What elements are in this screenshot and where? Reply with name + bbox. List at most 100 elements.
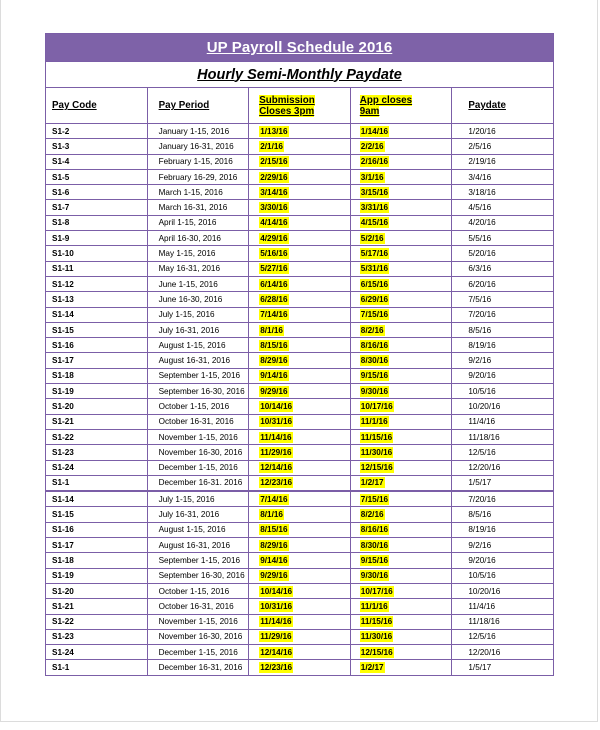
cell-app-closes-date: 2/2/16 [349, 138, 453, 155]
cell-pay-code: S1-13 [45, 291, 148, 308]
cell-pay-code: S1-19 [45, 383, 148, 400]
table-row: S1-23 November 16-30, 2016 11/29/16 11/30/1… [45, 628, 554, 646]
highlight-mark: 10/31/16 [259, 600, 294, 612]
cell-submission-date: 10/31/16 [248, 413, 351, 430]
cell-paydate: 9/2/16 [451, 537, 554, 554]
cell-pay-period: December 16-31. 2016 [146, 474, 250, 493]
cell-paydate: 8/5/16 [451, 506, 554, 523]
table-row: S1-20 October 1-15, 2016 10/14/16 10/17/16 1… [45, 398, 554, 415]
table-row: S1-13 June 16-30, 2016 6/28/16 6/29/16 7/5/1… [45, 291, 554, 308]
cell-submission-date: 8/29/16 [248, 352, 351, 369]
cell-pay-period: May 1-15, 2016 [146, 245, 250, 262]
cell-app-closes-date: 3/1/16 [349, 168, 453, 186]
cell-pay-period: April 1-15, 2016 [146, 214, 250, 232]
payroll-schedule-document: UP Payroll Schedule 2016 Hourly Semi-Mon… [45, 33, 554, 676]
cell-submission-date: 12/23/16 [248, 474, 351, 493]
header-label-submission-line2: Closes 3pm [259, 105, 315, 117]
cell-paydate: 12/5/16 [451, 444, 554, 461]
title-band-row: UP Payroll Schedule 2016 [45, 33, 554, 62]
cell-paydate: 1/5/17 [451, 659, 554, 676]
cell-paydate: 11/18/16 [451, 428, 554, 446]
cell-pay-code: S1-3 [45, 138, 148, 155]
cell-pay-code: S1-15 [45, 506, 148, 523]
table-row: S1-21 October 16-31, 2016 10/31/16 11/1/16 1… [45, 413, 554, 430]
cell-paydate: 7/20/16 [451, 490, 554, 508]
cell-app-closes-date: 8/30/16 [349, 352, 453, 369]
highlight-mark: 7/14/16 [259, 493, 289, 505]
cell-pay-code: S1-14 [45, 306, 148, 323]
highlight-mark: 8/2/16 [359, 509, 385, 521]
cell-pay-period: June 1-15, 2016 [146, 275, 250, 293]
cell-app-closes-date: 7/15/16 [349, 306, 453, 323]
cell-paydate: 7/20/16 [451, 306, 554, 323]
highlight-mark: 5/2/16 [359, 232, 385, 244]
cell-pay-period: August 16-31, 2016 [146, 352, 250, 369]
cell-pay-code: S1-14 [45, 490, 148, 508]
table-row: S1-24 December 1-15, 2016 12/14/16 12/15/16… [45, 459, 554, 476]
highlight-mark: 9/14/16 [259, 370, 289, 382]
cell-pay-period: July 1-15, 2016 [146, 490, 250, 508]
table-row: S1-1 December 16-31, 2016 12/23/16 1/2/17 1/… [45, 659, 554, 676]
cell-submission-date: 8/29/16 [248, 537, 351, 554]
cell-submission-date: 4/29/16 [248, 230, 351, 247]
cell-pay-period: July 1-15, 2016 [146, 306, 250, 323]
highlight-mark: 12/15/16 [359, 462, 394, 474]
cell-pay-period: September 1-15, 2016 [146, 552, 250, 569]
cell-paydate: 9/2/16 [451, 352, 554, 369]
cell-pay-code: S1-24 [45, 459, 148, 476]
highlight-mark: 6/29/16 [359, 293, 390, 305]
table-row: S1-10 May 1-15, 2016 5/16/16 5/17/16 5/20/16 [45, 245, 554, 262]
cell-pay-period: September 1-15, 2016 [146, 367, 250, 385]
cell-pay-code: S1-21 [45, 598, 148, 615]
highlight-mark: 8/30/16 [359, 355, 390, 367]
highlight-mark: 2/29/16 [259, 171, 289, 183]
cell-paydate: 2/5/16 [451, 138, 554, 155]
cell-pay-code: S1-17 [45, 537, 148, 554]
cell-submission-date: 6/14/16 [248, 275, 351, 293]
cell-app-closes-date: 8/2/16 [349, 321, 453, 339]
highlight-mark: 10/14/16 [259, 400, 294, 412]
cell-pay-code: S1-18 [45, 552, 148, 569]
column-header-pay-code: Pay Code [45, 87, 148, 124]
cell-pay-code: S1-16 [45, 521, 148, 539]
table-row: S1-18 September 1-15, 2016 9/14/16 9/15/16 9… [45, 552, 554, 569]
highlight-mark: 12/15/16 [359, 646, 394, 658]
table-row: S1-5 February 16-29, 2016 2/29/16 3/1/16 3/4… [45, 168, 554, 186]
cell-app-closes-date: 9/15/16 [349, 552, 453, 569]
cell-pay-period: May 16-31, 2016 [146, 260, 250, 277]
highlight-mark: 8/15/16 [259, 339, 289, 351]
cell-app-closes-date: 1/2/17 [349, 659, 453, 676]
cell-pay-period: December 16-31, 2016 [146, 659, 250, 676]
cell-app-closes-date: 12/15/16 [349, 459, 453, 476]
table-row: S1-22 November 1-15, 2016 11/14/16 11/15/16… [45, 428, 554, 446]
highlight-mark: 1/13/16 [259, 125, 289, 137]
cell-pay-period: August 1-15, 2016 [146, 521, 250, 539]
highlight-mark: 4/29/16 [259, 232, 289, 244]
table-row: S1-14 July 1-15, 2016 7/14/16 7/15/16 7/20/1… [45, 490, 554, 508]
cell-submission-date: 2/15/16 [248, 153, 351, 170]
cell-app-closes-date: 11/1/16 [349, 413, 453, 430]
table-row: S1-16 August 1-15, 2016 8/15/16 8/16/16 8/19… [45, 521, 554, 539]
table-row: S1-22 November 1-15, 2016 11/14/16 11/15/16… [45, 613, 554, 630]
highlight-mark: 8/1/16 [259, 509, 284, 521]
cell-submission-date: 10/14/16 [248, 582, 351, 600]
highlight-mark: 2/16/16 [359, 156, 390, 168]
cell-paydate: 1/5/17 [451, 474, 554, 493]
cell-paydate: 8/19/16 [451, 521, 554, 539]
cell-submission-date: 12/14/16 [248, 644, 351, 661]
highlight-mark: 3/1/16 [359, 171, 385, 183]
cell-app-closes-date: 8/16/16 [349, 337, 453, 354]
cell-submission-date: 6/28/16 [248, 291, 351, 308]
schedule-rows-host: S1-2 January 1-15, 2016 1/13/16 1/14/16 1/20… [45, 122, 554, 676]
cell-submission-date: 10/14/16 [248, 398, 351, 415]
table-row: S1-21 October 16-31, 2016 10/31/16 11/1/16 1… [45, 598, 554, 615]
cell-paydate: 9/20/16 [451, 367, 554, 385]
cell-app-closes-date: 5/17/16 [349, 245, 453, 262]
cell-submission-date: 9/14/16 [248, 552, 351, 569]
highlight-mark: 9/30/16 [359, 385, 390, 397]
cell-submission-date: 9/29/16 [248, 567, 351, 584]
cell-submission-date: 7/14/16 [248, 490, 351, 508]
cell-pay-period: February 16-29, 2016 [146, 168, 250, 186]
cell-pay-period: October 16-31, 2016 [146, 598, 250, 615]
cell-pay-period: December 1-15, 2016 [146, 644, 250, 661]
